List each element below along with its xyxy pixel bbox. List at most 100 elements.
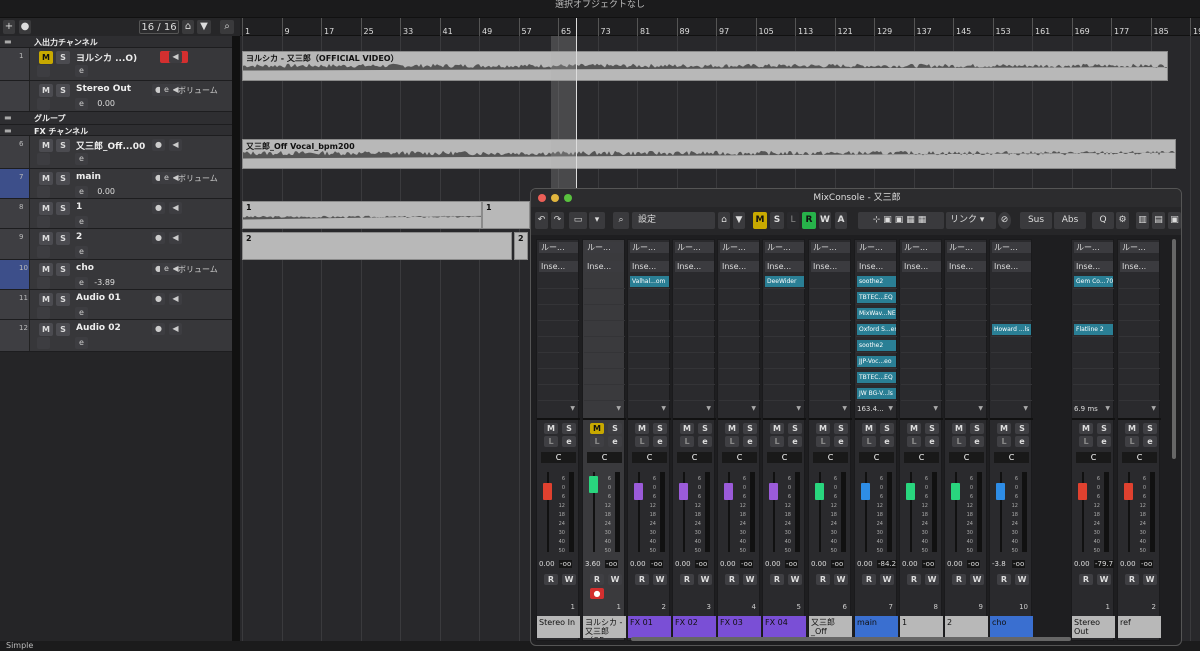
edit-channel-icon[interactable]: e [834,436,848,447]
read-automation-button[interactable]: R [770,574,784,585]
volume-value[interactable]: 0.00 [1074,560,1090,568]
write-automation-button[interactable]: W [608,574,622,585]
write-automation-button[interactable]: W [788,574,802,585]
pan-control[interactable]: C [677,452,712,463]
volume-fader[interactable] [679,483,688,500]
mute-button[interactable]: M [39,172,53,185]
chevron-down-icon[interactable]: ▼ [751,405,756,412]
solo-button[interactable]: S [56,172,70,185]
mute-button[interactable]: M [39,293,53,306]
channel-listen-button[interactable]: L [770,436,784,447]
solo-button[interactable]: S [56,139,70,152]
read-automation-button[interactable]: R [1079,574,1093,585]
solo-button[interactable]: S [56,84,70,97]
channel-name[interactable]: FX 01 [628,616,671,638]
pan-control[interactable]: C [904,452,939,463]
volume-value[interactable]: 0.00 [811,560,827,568]
insert-plugin-slot[interactable]: TBTEC...EQ [857,292,896,303]
global-read-button[interactable]: R [802,212,816,229]
edit-channel-icon[interactable]: e [75,307,88,319]
read-automation-button[interactable]: R [544,574,558,585]
edit-channel-icon[interactable]: e [75,246,88,258]
audio-clip[interactable]: 1 [482,201,530,229]
routing-slot[interactable]: ルー... [539,242,578,253]
monitor-button[interactable] [37,337,50,349]
write-automation-button[interactable]: W [698,574,712,585]
edit-channel-icon[interactable]: e [925,436,939,447]
insert-plugin-slot[interactable]: Valhal...om [630,276,669,287]
pan-control[interactable]: C [722,452,757,463]
write-automation-button[interactable]: W [653,574,667,585]
solo-button[interactable]: S [56,323,70,336]
edit-channel-icon[interactable]: e [970,436,984,447]
routing-slot[interactable]: ルー... [1074,242,1113,253]
global-write-button[interactable]: W [819,212,831,229]
edit-channel-icon[interactable]: e [698,436,712,447]
record-enable-button[interactable]: ● [590,588,604,599]
volume-fader[interactable] [724,483,733,500]
channel-mute-button[interactable]: M [907,423,921,434]
global-listen-button[interactable]: L [787,212,799,229]
read-automation-button[interactable]: R [997,574,1011,585]
edit-channel-icon[interactable]: e [75,337,88,349]
pan-control[interactable]: C [813,452,848,463]
filter-icon[interactable]: ▼ [197,20,211,34]
mute-button[interactable]: M [39,51,53,64]
track-12[interactable]: 12 M S Audio 02 e ● ◀ [0,320,232,352]
mixer-channel-strip[interactable]: ルー... Inse... ▼ M S Le C 6 0 6 12 18 24 30 40 50 0.00 -oo… [717,239,761,641]
track-7[interactable]: 7 M Smain e ● ◀ e ボリューム 0.00 [0,169,232,199]
inserts-header[interactable]: Inse... [857,261,896,272]
write-automation-button[interactable]: W [880,574,894,585]
write-automation-button[interactable]: W [925,574,939,585]
audio-clip[interactable]: 2 [514,232,528,260]
insert-plugin-slot[interactable]: Flatline 2 [1074,324,1113,335]
volume-fader[interactable] [769,483,778,500]
mixer-channel-strip[interactable]: ルー... Inse... ▼ M S Le C 6 0 6 12 18 24 30 40 50 0.00 -oo… [944,239,988,641]
automation-button[interactable]: A [835,212,847,229]
chevron-down-icon[interactable]: ▼ [978,405,983,412]
record-enable-button[interactable]: ● [152,293,165,305]
audio-clip[interactable]: 1 [242,201,482,229]
audio-clip[interactable]: ヨルシカ - 又三郎（OFFICIAL VIDEO） [242,51,1168,81]
volume-fader[interactable] [861,483,870,500]
channel-solo-button[interactable]: S [653,423,667,434]
insert-plugin-slot[interactable]: Howard ...ls [992,324,1031,335]
routing-slot[interactable]: ルー... [857,242,896,253]
solo-button[interactable]: S [56,263,70,276]
monitor-speaker-icon[interactable]: ◀ [169,202,182,214]
routing-slot[interactable]: ルー... [992,242,1031,253]
home-icon[interactable]: ⌂ [718,212,730,229]
channel-solo-button[interactable]: S [970,423,984,434]
record-enable-button[interactable]: ● [152,232,165,244]
solo-button[interactable]: S [56,202,70,215]
monitor-button[interactable] [37,153,50,165]
track-10[interactable]: 10 M Scho e ● ◀ e ボリューム -3.89 [0,260,232,290]
channel-mute-button[interactable]: M [952,423,966,434]
timeline-ruler[interactable]: 1 9 17 25 33 41 49 57 65 73 81 89 97 105 113 121 129 137 1… [240,18,1200,36]
pan-control[interactable]: C [541,452,576,463]
audio-clip[interactable]: 又三郎_Off Vocal_bpm200 [242,139,1176,169]
volume-value[interactable]: 0.00 [70,99,115,108]
edit-channel-icon[interactable]: e [788,436,802,447]
channel-name[interactable]: main [855,616,898,638]
insert-plugin-slot[interactable]: JW BG-V...ls [857,388,896,399]
write-automation-button[interactable]: W [562,574,576,585]
mute-button[interactable]: M [39,139,53,152]
inserts-header[interactable]: Inse... [720,261,759,272]
home-icon[interactable]: ⌂ [182,20,194,34]
volume-value[interactable]: 0.00 [675,560,691,568]
routing-slot[interactable]: ルー... [585,242,624,253]
pan-control[interactable]: C [994,452,1029,463]
volume-value[interactable]: 0.00 [765,560,781,568]
volume-value[interactable]: -3.8 [992,560,1006,568]
channel-mute-button[interactable]: M [862,423,876,434]
track-1[interactable]: 1MSヨルシカ ...O)e●◀ [0,48,232,81]
minimize-window-icon[interactable] [551,194,559,202]
track-folder-2[interactable]: M S Stereo Out e ● ◀ e ボリューム 0.00 [0,81,232,112]
channel-solo-button[interactable]: S [1015,423,1029,434]
channel-listen-button[interactable]: L [590,436,604,447]
mute-button[interactable]: M [39,232,53,245]
channel-mute-button[interactable]: M [997,423,1011,434]
volume-value[interactable]: 0.00 [902,560,918,568]
channel-mute-button[interactable]: M [816,423,830,434]
